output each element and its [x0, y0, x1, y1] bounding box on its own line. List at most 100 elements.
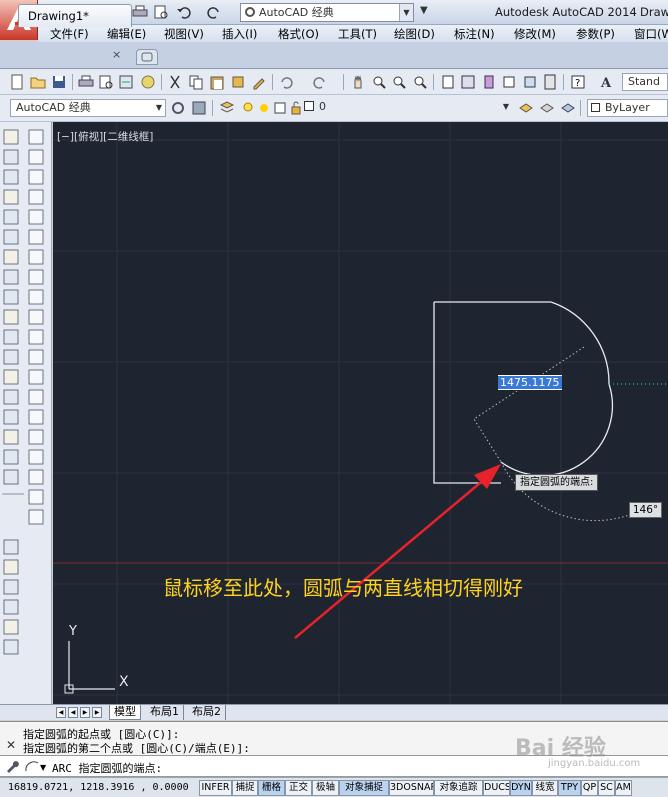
close-icon[interactable]: ✕	[6, 738, 16, 752]
arc-icon[interactable]	[28, 229, 44, 245]
join-icon[interactable]	[3, 389, 19, 405]
region-icon[interactable]	[28, 449, 44, 465]
redo-icon[interactable]	[206, 4, 222, 20]
last-layout-icon[interactable]: ▶	[92, 707, 102, 718]
menu-window[interactable]: 窗口(W)	[634, 26, 668, 42]
drawing-canvas[interactable]: [−][俯视][二维线框] 1475.1175 指定圆弧的端点: 146° 鼠标…	[53, 122, 668, 704]
qnew-icon[interactable]	[9, 74, 25, 90]
line-icon[interactable]	[28, 129, 44, 145]
fillet-icon[interactable]	[3, 429, 19, 445]
quick-access-dropdown-icon[interactable]: ▼	[420, 5, 428, 16]
tab-drawing1[interactable]: Drawing1*	[18, 4, 132, 27]
break-at-point-icon[interactable]	[3, 349, 19, 365]
layer-color-swatch[interactable]	[304, 101, 314, 111]
layer-freeze-icon[interactable]	[3, 599, 19, 615]
plot-icon[interactable]	[78, 74, 94, 90]
layer-properties-icon[interactable]	[219, 100, 235, 116]
tool-palettes-icon[interactable]	[481, 74, 497, 90]
menu-draw[interactable]: 绘图(D)	[394, 26, 435, 42]
dynamic-dimension-input[interactable]: 1475.1175	[497, 374, 563, 391]
status-sc[interactable]: SC	[598, 780, 615, 796]
status-tpy[interactable]: TPY	[558, 780, 581, 796]
construction-line-icon[interactable]	[28, 149, 44, 165]
status-qp[interactable]: QP	[581, 780, 598, 796]
plot-preview-icon[interactable]	[153, 4, 169, 20]
stretch-icon[interactable]	[3, 289, 19, 305]
menu-modify[interactable]: 修改(M)	[514, 26, 556, 42]
help-icon[interactable]: ?	[570, 74, 586, 90]
angle-input[interactable]: 146°	[629, 502, 662, 518]
ellipse-icon[interactable]	[28, 309, 44, 325]
undo-icon[interactable]	[176, 4, 192, 20]
add-selected-icon[interactable]	[28, 509, 44, 525]
trim-icon[interactable]	[3, 309, 19, 325]
chevron-down-icon[interactable]: ▼	[399, 4, 413, 21]
tab-close-icon[interactable]: ×	[112, 48, 121, 61]
layer-viewport-icon[interactable]	[272, 100, 288, 116]
menu-edit[interactable]: 编辑(E)	[107, 26, 146, 42]
first-layout-icon[interactable]: ◀	[56, 707, 66, 718]
layer-previous-icon[interactable]	[539, 100, 555, 116]
menu-tools[interactable]: 工具(T)	[338, 26, 377, 42]
move-icon[interactable]	[3, 229, 19, 245]
properties-icon[interactable]	[440, 74, 456, 90]
status-polar[interactable]: 极轴	[312, 780, 339, 796]
point-icon[interactable]	[28, 389, 44, 405]
revision-cloud-icon[interactable]	[28, 269, 44, 285]
status-infer[interactable]: INFER	[199, 780, 232, 796]
3d-dwf-icon[interactable]	[140, 74, 156, 90]
status-lineweight[interactable]: 线宽	[532, 780, 558, 796]
workspace-selector[interactable]: AutoCAD 经典 ▼	[240, 3, 414, 22]
markup-icon[interactable]	[522, 74, 538, 90]
workspace-save-icon[interactable]	[191, 100, 207, 116]
next-layout-icon[interactable]: ▶	[80, 707, 90, 718]
text-style-icon[interactable]: A	[600, 74, 616, 91]
wrench-icon[interactable]	[5, 759, 19, 776]
insert-block-icon[interactable]	[28, 349, 44, 365]
rotate-icon[interactable]	[3, 249, 19, 265]
circle-icon[interactable]	[28, 249, 44, 265]
viewport-controls[interactable]: [−][俯视][二维线框]	[57, 129, 153, 144]
redo-icon[interactable]	[312, 74, 328, 90]
block-editor-icon[interactable]	[251, 74, 267, 90]
save-icon[interactable]	[51, 74, 67, 90]
open-icon[interactable]	[30, 74, 46, 90]
copy-object-icon[interactable]	[3, 149, 19, 165]
status-otrack[interactable]: 对象追踪	[434, 780, 483, 796]
status-ortho[interactable]: 正交	[285, 780, 312, 796]
tab-model[interactable]: 模型	[109, 705, 141, 720]
tab-layout1[interactable]: 布局1	[146, 705, 184, 720]
menu-dimension[interactable]: 标注(N)	[454, 26, 495, 42]
layer-previous-icon[interactable]	[3, 539, 19, 555]
polygon-icon[interactable]	[28, 189, 44, 205]
quickcalc-icon[interactable]	[542, 74, 558, 90]
layer-freeze-icon[interactable]	[256, 100, 272, 116]
erase-icon[interactable]	[3, 129, 19, 145]
status-3dosnap[interactable]: 3DOSNAP	[389, 780, 434, 796]
scale-icon[interactable]	[3, 269, 19, 285]
layer-lock-icon[interactable]	[288, 100, 304, 116]
status-grid[interactable]: 栅格	[258, 780, 285, 796]
status-am[interactable]: AM	[615, 780, 632, 796]
zoom-window-icon[interactable]	[391, 74, 407, 90]
design-center-icon[interactable]	[460, 74, 476, 90]
ellipse-arc-icon[interactable]	[28, 329, 44, 345]
offset-icon[interactable]	[3, 189, 19, 205]
workspace-combo[interactable]: AutoCAD 经典 ▼	[10, 99, 166, 117]
menu-insert[interactable]: 插入(I)	[222, 26, 257, 42]
paste-icon[interactable]	[209, 74, 225, 90]
status-osnap[interactable]: 对象捕捉	[339, 780, 389, 796]
layer-match-icon[interactable]	[3, 559, 19, 575]
rectangle-icon[interactable]	[28, 209, 44, 225]
pan-icon[interactable]	[350, 74, 366, 90]
multiline-text-icon[interactable]	[28, 489, 44, 505]
layer-state-icon[interactable]	[560, 100, 576, 116]
zoom-realtime-icon[interactable]	[371, 74, 387, 90]
linetype-combo[interactable]: ByLayer	[587, 99, 668, 117]
layer-combo[interactable]: 0 ▼	[314, 99, 512, 117]
cut-icon[interactable]	[167, 74, 183, 90]
spline-icon[interactable]	[28, 289, 44, 305]
print-icon[interactable]	[132, 4, 148, 20]
gradient-icon[interactable]	[28, 429, 44, 445]
preview-icon[interactable]	[98, 74, 114, 90]
